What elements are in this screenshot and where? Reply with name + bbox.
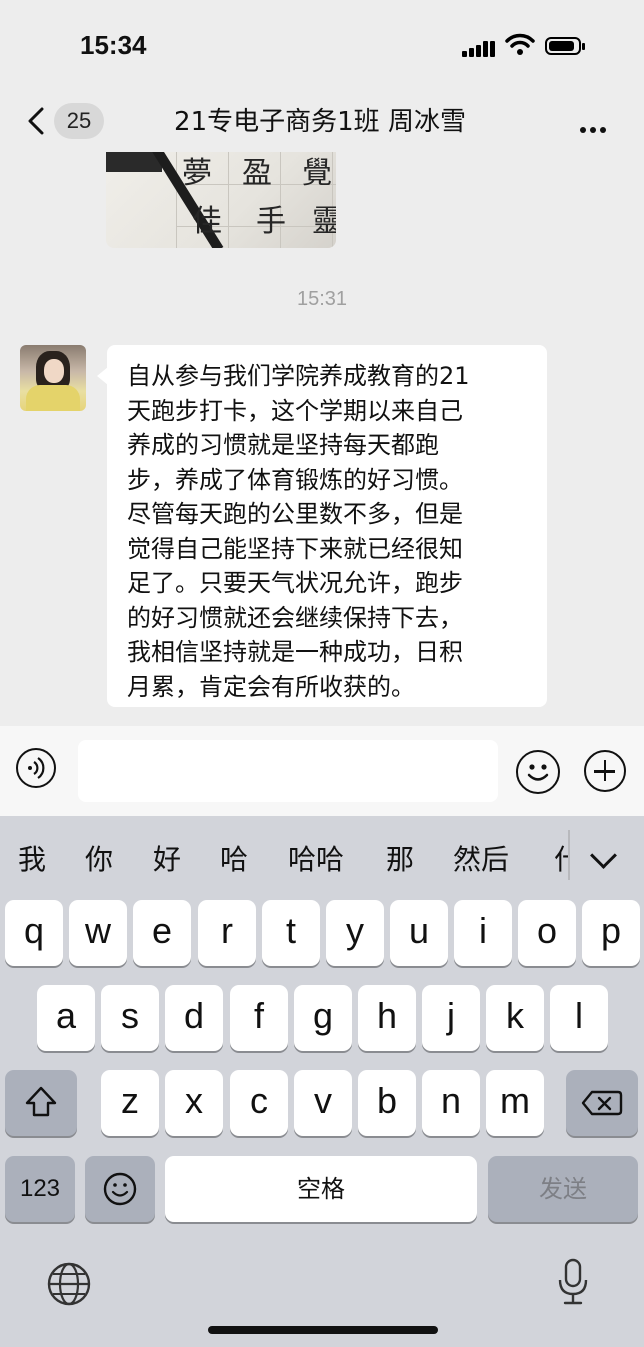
emoji-icon: [103, 1172, 137, 1206]
image-character: 夢: [182, 156, 212, 191]
key-b[interactable]: b: [358, 1070, 416, 1136]
key-q[interactable]: q: [5, 900, 63, 966]
image-character: 覺: [302, 156, 332, 191]
key-n[interactable]: n: [422, 1070, 480, 1136]
chat-title: 21专电子商务1班 周冰雪: [174, 107, 466, 137]
emoji-icon: [527, 764, 549, 781]
key-z[interactable]: z: [101, 1070, 159, 1136]
microphone-button[interactable]: [552, 1256, 594, 1308]
key-d[interactable]: d: [165, 985, 223, 1051]
voice-icon: [28, 757, 45, 779]
message-line: 足了。只要天气状况允许，跑步: [127, 569, 463, 597]
candidate-word[interactable]: 什: [554, 838, 568, 878]
home-indicator[interactable]: [208, 1326, 438, 1334]
globe-button[interactable]: [46, 1261, 92, 1307]
key-p[interactable]: p: [582, 900, 640, 966]
key-k[interactable]: k: [486, 985, 544, 1051]
message-input-bar: [0, 726, 644, 816]
message-line: 尽管每天跑的公里数不多，但是: [127, 500, 463, 528]
key-e[interactable]: e: [133, 900, 191, 966]
keyboard: 我 你 好 哈 哈哈 那 然后 什 q w e r t y u i o p a …: [0, 816, 644, 1347]
candidate-word[interactable]: 那: [386, 838, 414, 878]
message-line: 我相信坚持就是一种成功，日积: [127, 638, 463, 666]
key-j[interactable]: j: [422, 985, 480, 1051]
key-x[interactable]: x: [165, 1070, 223, 1136]
microphone-icon: [558, 1258, 588, 1305]
image-character: 手: [256, 204, 286, 239]
key-f[interactable]: f: [230, 985, 288, 1051]
message-line: 步，养成了体育锻炼的好习惯。: [127, 465, 463, 494]
chat-messages[interactable]: 夢 盈 覺 佳 手 靈 15:31 自从参与我们学院养成教育的21 天跑步打卡，…: [0, 152, 644, 726]
key-t[interactable]: t: [262, 900, 320, 966]
candidate-word[interactable]: 哈哈: [288, 838, 344, 878]
avatar[interactable]: [20, 345, 86, 411]
battery-icon: [545, 37, 585, 55]
emoji-key[interactable]: [85, 1156, 155, 1222]
key-u[interactable]: u: [390, 900, 448, 966]
message-input[interactable]: [78, 740, 498, 802]
key-v[interactable]: v: [294, 1070, 352, 1136]
candidate-word[interactable]: 然后: [453, 838, 509, 878]
back-button[interactable]: [22, 106, 52, 136]
delete-icon: [581, 1090, 623, 1116]
chevron-down-icon[interactable]: [590, 842, 617, 869]
key-o[interactable]: o: [518, 900, 576, 966]
key-y[interactable]: y: [326, 900, 384, 966]
key-m[interactable]: m: [486, 1070, 544, 1136]
key-c[interactable]: c: [230, 1070, 288, 1136]
status-bar: 15:34: [0, 0, 644, 92]
message-line: 养成的习惯就是坚持每天都跑: [127, 431, 439, 459]
key-h[interactable]: h: [358, 985, 416, 1051]
message-line: 的好习惯就还会继续保持下去，: [127, 603, 463, 632]
unread-count-badge[interactable]: 25: [54, 103, 104, 139]
message-timestamp: 15:31: [296, 288, 348, 310]
candidate-word[interactable]: 我: [18, 838, 46, 878]
candidate-word[interactable]: 好: [153, 838, 181, 878]
key-w[interactable]: w: [69, 900, 127, 966]
image-character: 靈: [312, 204, 336, 239]
more-options-button[interactable]: [580, 118, 610, 137]
chevron-left-icon: [28, 107, 44, 135]
message-line: 觉得自己能坚持下来就已经很知: [127, 534, 463, 563]
emoji-button[interactable]: [516, 750, 560, 794]
candidate-divider: [568, 830, 570, 880]
more-functions-button[interactable]: [584, 750, 626, 792]
key-r[interactable]: r: [198, 900, 256, 966]
numbers-key[interactable]: 123: [5, 1156, 75, 1222]
message-line: 天跑步打卡，这个学期以来自己: [127, 396, 463, 425]
send-button[interactable]: 发送: [488, 1156, 638, 1222]
candidate-word[interactable]: 哈: [220, 838, 248, 878]
key-l[interactable]: l: [550, 985, 608, 1051]
space-key[interactable]: 空格: [165, 1156, 477, 1222]
cellular-signal-icon: [462, 38, 497, 57]
status-time: 15:34: [80, 30, 147, 60]
message-line: 自从参与我们学院养成教育的21: [127, 362, 470, 390]
key-g[interactable]: g: [294, 985, 352, 1051]
shift-key[interactable]: [5, 1070, 77, 1136]
key-i[interactable]: i: [454, 900, 512, 966]
candidate-bar: 我 你 好 哈 哈哈 那 然后 什: [0, 816, 644, 892]
wifi-icon: [505, 33, 535, 59]
key-s[interactable]: s: [101, 985, 159, 1051]
message-line: 月累，肯定会有所收获的。: [127, 672, 415, 701]
image-message[interactable]: 夢 盈 覺 佳 手 靈: [106, 152, 336, 248]
shift-icon: [25, 1086, 57, 1117]
image-character: 盈: [242, 156, 272, 191]
key-a[interactable]: a: [37, 985, 95, 1051]
chat-header: 25 21专电子商务1班 周冰雪: [0, 92, 644, 152]
delete-key[interactable]: [566, 1070, 638, 1136]
voice-button[interactable]: [16, 748, 56, 788]
text-message-bubble[interactable]: 自从参与我们学院养成教育的21 天跑步打卡，这个学期以来自己 养成的习惯就是坚持…: [97, 345, 547, 707]
image-character: 佳: [192, 204, 222, 239]
ellipsis-icon: [580, 127, 586, 133]
globe-icon: [47, 1262, 91, 1306]
candidate-word[interactable]: 你: [85, 838, 113, 878]
